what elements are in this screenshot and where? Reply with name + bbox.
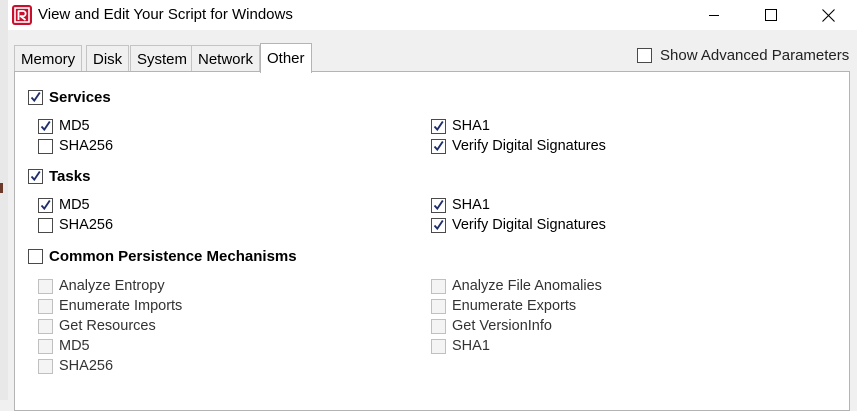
checkmark-icon: [40, 199, 51, 210]
get-versioninfo-checkbox: Get VersionInfo: [431, 317, 552, 335]
services-md5-label: MD5: [59, 118, 90, 134]
enumerate-exports-checkbox: Enumerate Exports: [431, 297, 576, 315]
other-tab-panel: Services MD5 SHA256 SHA1 Verify Digital …: [14, 71, 850, 411]
services-verify-signatures-checkbox[interactable]: Verify Digital Signatures: [431, 137, 606, 155]
checkbox-box: [38, 318, 53, 334]
persistence-sha1-checkbox: SHA1: [431, 337, 490, 355]
title-bar[interactable]: View and Edit Your Script for Windows: [8, 0, 857, 30]
tasks-verify-signatures-label: Verify Digital Signatures: [452, 217, 606, 233]
analyze-file-anomalies-label: Analyze File Anomalies: [452, 278, 602, 294]
checkmark-icon: [433, 120, 444, 131]
background-marker: [0, 183, 3, 193]
checkbox-box[interactable]: [38, 118, 53, 134]
checkbox-box: [38, 358, 53, 374]
checkbox-box: [38, 298, 53, 314]
tab-memory[interactable]: Memory: [14, 45, 83, 72]
checkbox-box: [38, 278, 53, 294]
checkbox-box[interactable]: [38, 217, 53, 233]
persistence-sha256-label: SHA256: [59, 358, 114, 374]
get-resources-label: Get Resources: [59, 318, 156, 334]
tasks-sha1-label: SHA1: [452, 197, 490, 213]
tasks-md5-label: MD5: [59, 197, 90, 213]
tasks-sha256-label: SHA256: [59, 217, 114, 233]
get-resources-checkbox: Get Resources: [38, 317, 156, 335]
tab-disk[interactable]: Disk: [86, 45, 130, 72]
checkbox-box[interactable]: [637, 47, 652, 63]
minimize-button[interactable]: [684, 0, 744, 30]
dialog-window: View and Edit Your Script for Windows Sh…: [8, 0, 857, 411]
minimize-icon: [709, 15, 719, 16]
persistence-md5-label: MD5: [59, 338, 90, 354]
checkmark-icon: [433, 219, 444, 230]
checkbox-box[interactable]: [431, 138, 446, 154]
get-versioninfo-label: Get VersionInfo: [452, 318, 552, 334]
checkmark-icon: [30, 170, 41, 181]
checkmark-icon: [30, 91, 41, 102]
tasks-sha1-checkbox[interactable]: SHA1: [431, 196, 490, 214]
checkbox-box[interactable]: [38, 197, 53, 213]
analyze-entropy-checkbox: Analyze Entropy: [38, 277, 165, 295]
checkbox-box[interactable]: [431, 217, 446, 233]
tasks-verify-signatures-checkbox[interactable]: Verify Digital Signatures: [431, 216, 606, 234]
services-sha256-label: SHA256: [59, 138, 114, 154]
services-sha256-checkbox[interactable]: SHA256: [38, 137, 113, 155]
tasks-md5-checkbox[interactable]: MD5: [38, 196, 90, 214]
tab-system[interactable]: System: [130, 45, 195, 72]
tasks-label: Tasks: [49, 167, 91, 185]
close-icon: [821, 8, 835, 22]
app-logo-icon: [12, 5, 32, 25]
enumerate-exports-label: Enumerate Exports: [452, 298, 577, 314]
checkbox-box: [431, 318, 446, 334]
close-button[interactable]: [798, 0, 857, 30]
services-checkbox[interactable]: Services: [28, 88, 111, 106]
checkbox-box: [431, 298, 446, 314]
analyze-entropy-label: Analyze Entropy: [59, 278, 165, 294]
checkbox-box[interactable]: [28, 168, 43, 184]
checkbox-box: [431, 278, 446, 294]
maximize-icon: [765, 9, 777, 21]
services-sha1-label: SHA1: [452, 118, 490, 134]
services-sha1-checkbox[interactable]: SHA1: [431, 117, 490, 135]
enumerate-imports-label: Enumerate Imports: [59, 298, 183, 314]
persistence-sha256-checkbox: SHA256: [38, 357, 113, 375]
services-verify-signatures-label: Verify Digital Signatures: [452, 138, 606, 154]
maximize-button[interactable]: [741, 0, 801, 30]
tab-other[interactable]: Other: [260, 43, 312, 73]
checkbox-box[interactable]: [28, 248, 43, 264]
checkbox-box[interactable]: [431, 118, 446, 134]
show-advanced-parameters-label: Show Advanced Parameters: [660, 46, 850, 64]
checkmark-icon: [40, 120, 51, 131]
checkmark-icon: [433, 199, 444, 210]
tasks-checkbox[interactable]: Tasks: [28, 167, 90, 185]
persistence-mechanisms-label: Common Persistence Mechanisms: [49, 247, 297, 265]
background-window-edge: [0, 0, 8, 400]
persistence-sha1-label: SHA1: [452, 338, 490, 354]
tab-network[interactable]: Network: [191, 45, 261, 72]
services-md5-checkbox[interactable]: MD5: [38, 117, 90, 135]
show-advanced-parameters-checkbox[interactable]: Show Advanced Parameters: [637, 45, 849, 65]
services-label: Services: [49, 88, 111, 106]
checkbox-box: [38, 338, 53, 354]
tasks-sha256-checkbox[interactable]: SHA256: [38, 216, 113, 234]
window-title: View and Edit Your Script for Windows: [38, 6, 293, 23]
persistence-mechanisms-checkbox[interactable]: Common Persistence Mechanisms: [28, 247, 297, 265]
checkbox-box[interactable]: [28, 89, 43, 105]
checkbox-box: [431, 338, 446, 354]
checkbox-box[interactable]: [431, 197, 446, 213]
checkmark-icon: [433, 140, 444, 151]
persistence-md5-checkbox: MD5: [38, 337, 90, 355]
enumerate-imports-checkbox: Enumerate Imports: [38, 297, 182, 315]
checkbox-box[interactable]: [38, 138, 53, 154]
analyze-file-anomalies-checkbox: Analyze File Anomalies: [431, 277, 602, 295]
